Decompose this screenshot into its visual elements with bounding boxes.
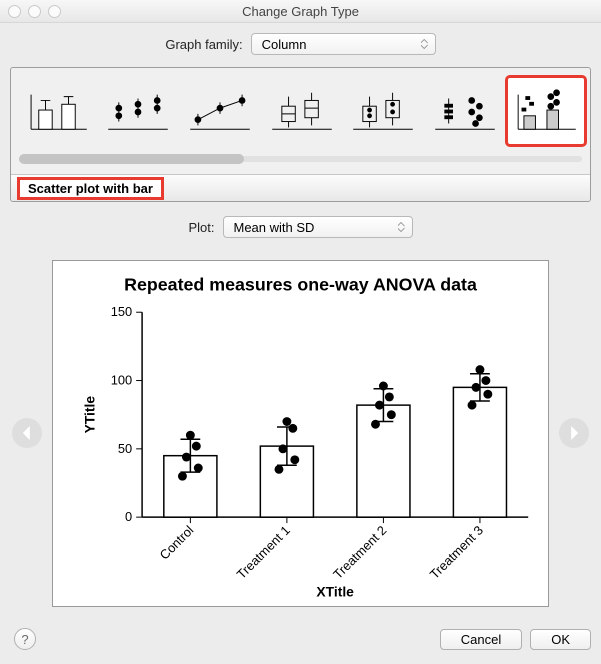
svg-text:Control: Control xyxy=(157,522,197,562)
svg-text:Repeated measures one-way ANOV: Repeated measures one-way ANOVA data xyxy=(124,274,478,294)
thumb-box[interactable] xyxy=(264,78,340,144)
plot-select[interactable]: Mean with SD xyxy=(223,216,413,238)
ok-button[interactable]: OK xyxy=(530,629,591,650)
thumb-box-overlay[interactable] xyxy=(345,78,421,144)
dialog-window: Change Graph Type Graph family: Column xyxy=(0,0,601,664)
svg-text:100: 100 xyxy=(111,372,132,387)
dialog-content: Graph family: Column Scatter plot with b… xyxy=(0,23,601,664)
next-button[interactable] xyxy=(559,418,589,448)
svg-text:Treatment 3: Treatment 3 xyxy=(427,522,486,581)
dialog-footer: ? Cancel OK xyxy=(10,622,591,650)
titlebar: Change Graph Type xyxy=(0,0,601,23)
thumb-line-scatter[interactable] xyxy=(182,78,258,144)
svg-text:0: 0 xyxy=(125,509,132,524)
graph-family-row: Graph family: Column xyxy=(10,33,591,55)
chart-preview: Repeated measures one-way ANOVA data 0 50 1… xyxy=(52,260,549,607)
help-button[interactable]: ? xyxy=(14,628,36,650)
graph-type-stage: Scatter plot with bar xyxy=(10,67,591,202)
svg-text:YTitle: YTitle xyxy=(82,395,98,433)
plot-select-wrap: Mean with SD xyxy=(223,216,413,238)
graph-family-label: Graph family: xyxy=(165,37,242,52)
svg-text:Treatment 1: Treatment 1 xyxy=(234,522,293,581)
window-title: Change Graph Type xyxy=(0,4,601,19)
plot-row: Plot: Mean with SD xyxy=(10,216,591,238)
cancel-button[interactable]: Cancel xyxy=(440,629,522,650)
thumb-scatter[interactable] xyxy=(101,78,177,144)
svg-text:150: 150 xyxy=(111,304,132,319)
preview-row: Repeated measures one-way ANOVA data 0 50 1… xyxy=(10,250,591,616)
svg-text:XTitle: XTitle xyxy=(316,583,354,599)
plot-label: Plot: xyxy=(188,220,214,235)
graph-family-select-wrap: Column xyxy=(251,33,436,55)
thumb-scatter-bar[interactable] xyxy=(508,78,584,144)
svg-text:Treatment 2: Treatment 2 xyxy=(330,522,389,581)
graph-type-namebar: Scatter plot with bar xyxy=(11,174,590,201)
thumb-scrollbar[interactable] xyxy=(19,150,582,168)
thumb-row xyxy=(11,68,590,150)
prev-button[interactable] xyxy=(12,418,42,448)
thumb-scrollbar-handle[interactable] xyxy=(19,154,244,164)
graph-type-name: Scatter plot with bar xyxy=(17,177,164,200)
svg-text:50: 50 xyxy=(118,440,132,455)
thumb-aligned-scatter[interactable] xyxy=(427,78,503,144)
graph-family-select[interactable]: Column xyxy=(251,33,436,55)
thumb-bar[interactable] xyxy=(19,78,95,144)
